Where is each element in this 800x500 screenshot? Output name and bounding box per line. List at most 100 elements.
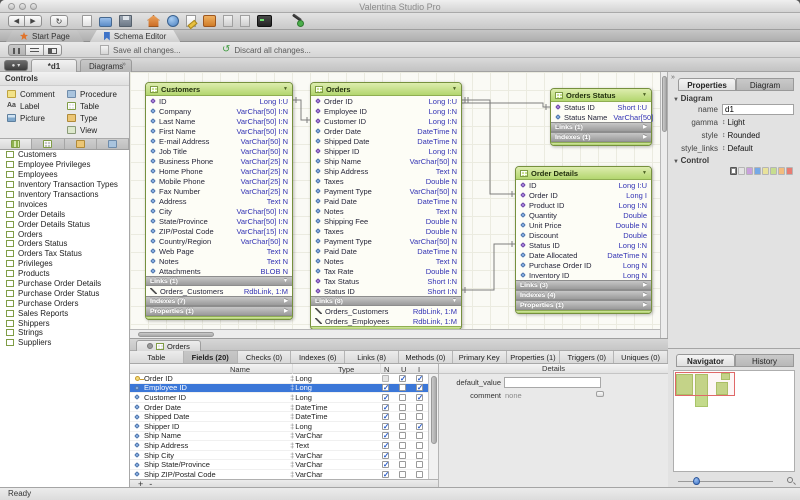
sidebar-item-suppliers[interactable]: Suppliers: [0, 338, 129, 348]
color-swatch-3[interactable]: [746, 167, 753, 175]
database-selector-button[interactable]: ●▾: [4, 60, 28, 71]
u-checkbox[interactable]: [399, 461, 406, 468]
zoom-slider-knob[interactable]: [693, 477, 700, 485]
n-checkbox[interactable]: [382, 471, 389, 478]
scroll-thumb[interactable]: [138, 332, 214, 337]
i-checkbox[interactable]: [416, 461, 423, 468]
gamma-popup[interactable]: ↕Light: [722, 118, 745, 127]
view-mode-list-button[interactable]: [26, 44, 44, 56]
tab-triggers-0[interactable]: Triggers (0): [560, 351, 614, 363]
i-checkbox[interactable]: [416, 471, 423, 478]
field-row-notes[interactable]: NotesText N: [311, 256, 461, 266]
section-links-1[interactable]: Links (1)▶: [551, 122, 651, 132]
u-checkbox[interactable]: [399, 423, 406, 430]
view-mode-columns-button[interactable]: [44, 44, 62, 56]
u-checkbox[interactable]: [399, 375, 406, 382]
grid-row-employee-id[interactable]: Employee ID‡Long: [130, 384, 428, 394]
u-checkbox[interactable]: [399, 413, 406, 420]
field-row-address[interactable]: AddressText N: [146, 196, 292, 206]
u-checkbox[interactable]: [399, 442, 406, 449]
column-header-type[interactable]: Type: [338, 365, 354, 374]
save-all-button[interactable]: Save all changes...: [100, 45, 181, 55]
control-view[interactable]: View: [67, 124, 127, 136]
field-row-notes[interactable]: NotesText N: [311, 206, 461, 216]
n-checkbox[interactable]: [382, 384, 389, 391]
grid-row-ship-city[interactable]: Ship City‡VarChar: [130, 451, 428, 461]
section-links-3[interactable]: Links (3)▶: [516, 280, 651, 290]
color-swatch-4[interactable]: [754, 167, 761, 175]
tab-properties[interactable]: Properties: [678, 78, 736, 91]
grid-vertical-scrollbar[interactable]: [428, 374, 438, 479]
tab-primary-key[interactable]: Primary Key: [453, 351, 507, 363]
field-row-mobile-phone[interactable]: Mobile PhoneVarChar[25] N: [146, 176, 292, 186]
connector-orders-order-id-to-order-details-order-id[interactable]: [462, 97, 515, 197]
sidebar-item-employees[interactable]: Employees: [0, 170, 129, 180]
connector-customers-id-to-orders-customer-id[interactable]: [293, 97, 310, 123]
color-swatch-7[interactable]: [778, 167, 785, 175]
connection-pen-icon[interactable]: [291, 15, 304, 27]
field-row-attachments[interactable]: AttachmentsBLOB N: [146, 266, 292, 276]
field-row-product-id[interactable]: Product IDLong I:N: [516, 200, 651, 210]
tab-table[interactable]: Table: [130, 351, 184, 363]
control-procedure[interactable]: Procedure: [67, 88, 127, 100]
tab-links-8[interactable]: Links (8): [345, 351, 399, 363]
filter-dropdown-icon[interactable]: ▼: [642, 170, 647, 176]
filter-dropdown-icon[interactable]: ▼: [283, 86, 288, 92]
n-checkbox[interactable]: [382, 404, 389, 411]
sidebar-item-customers[interactable]: Customers: [0, 150, 129, 160]
field-row-state-province[interactable]: State/ProvinceVarChar[50] I:N: [146, 216, 292, 226]
diagram-section-title[interactable]: Diagram: [673, 94, 713, 103]
grid-row-ship-state-province[interactable]: Ship State/Province‡VarChar: [130, 460, 428, 470]
control-label[interactable]: AaLabel: [7, 100, 67, 112]
field-row-employee-id[interactable]: Employee IDLong I:N: [311, 106, 461, 116]
filter-dropdown-icon[interactable]: ▼: [452, 86, 457, 92]
sidebar-item-orders-tax-status[interactable]: Orders Tax Status: [0, 249, 129, 259]
sidebar-mode-tab-3[interactable]: [65, 139, 97, 149]
field-row-web-page[interactable]: Web PageText N: [146, 246, 292, 256]
control-comment[interactable]: Comment: [7, 88, 67, 100]
tab-database-d1[interactable]: *d1: [31, 59, 77, 72]
field-row-tax-rate[interactable]: Tax RateDouble N: [311, 266, 461, 276]
link-row-orders-employees[interactable]: Orders_EmployeesRdbLink, 1:M: [311, 316, 461, 326]
connector-orders-order-id-to-orders-status-status-id[interactable]: [462, 103, 550, 110]
u-checkbox[interactable]: [399, 452, 406, 459]
section-properties-1[interactable]: Properties (1)▶: [516, 300, 651, 310]
sidebar-item-invoices[interactable]: Invoices: [0, 199, 129, 209]
section-indexes-7[interactable]: Indexes (7)▶: [146, 296, 292, 306]
grid-row-ship-address[interactable]: Ship Address‡Text: [130, 441, 428, 451]
field-row-country-region[interactable]: Country/RegionVarChar[50] N: [146, 236, 292, 246]
control-picture[interactable]: Picture: [7, 112, 67, 124]
new-document-icon[interactable]: [82, 15, 92, 27]
diagram-table-order-details[interactable]: Order Details▼IDLong I:UOrder IDLong IPr…: [515, 166, 652, 314]
grid-row-order-id[interactable]: Order ID‡Long: [130, 374, 428, 384]
field-row-ship-address[interactable]: Ship AddressText N: [311, 166, 461, 176]
field-row-job-title[interactable]: Job TitleVarChar[50] N: [146, 146, 292, 156]
field-row-customer-id[interactable]: Customer IDLong I:N: [311, 116, 461, 126]
sidebar-item-sales-reports[interactable]: Sales Reports: [0, 308, 129, 318]
project-icon[interactable]: [203, 15, 216, 27]
sidebar-item-inventory-transactions[interactable]: Inventory Transactions: [0, 190, 129, 200]
field-row-order-id[interactable]: Order IDLong I: [516, 190, 651, 200]
u-checkbox[interactable]: [399, 404, 406, 411]
sidebar-item-purchase-orders[interactable]: Purchase Orders: [0, 298, 129, 308]
tab-diagram[interactable]: Diagram: [736, 78, 794, 91]
control-table[interactable]: Table: [67, 100, 127, 112]
field-row-quantity[interactable]: QuantityDouble: [516, 210, 651, 220]
collapse-properties-icon[interactable]: »: [671, 74, 675, 81]
i-checkbox[interactable]: [416, 432, 423, 439]
sidebar-item-purchase-order-status[interactable]: Purchase Order Status: [0, 288, 129, 298]
sidebar-item-employee-privileges[interactable]: Employee Privileges: [0, 160, 129, 170]
name-input[interactable]: [722, 104, 794, 115]
field-row-fax-number[interactable]: Fax NumberVarChar[25] N: [146, 186, 292, 196]
sidebar-item-inventory-transaction-types[interactable]: Inventory Transaction Types: [0, 180, 129, 190]
sidebar-mode-tab-2[interactable]: [32, 139, 64, 149]
field-row-id[interactable]: IDLong I:U: [146, 96, 292, 106]
minimap-viewport[interactable]: [675, 372, 735, 396]
n-checkbox[interactable]: [382, 375, 389, 382]
tab-history[interactable]: History: [735, 354, 794, 367]
i-checkbox[interactable]: [416, 394, 423, 401]
field-row-order-date[interactable]: Order DateDateTime N: [311, 126, 461, 136]
tab-checks-0[interactable]: Checks (0): [238, 351, 292, 363]
i-checkbox[interactable]: [416, 452, 423, 459]
grid-row-customer-id[interactable]: Customer ID‡Long: [130, 393, 428, 403]
